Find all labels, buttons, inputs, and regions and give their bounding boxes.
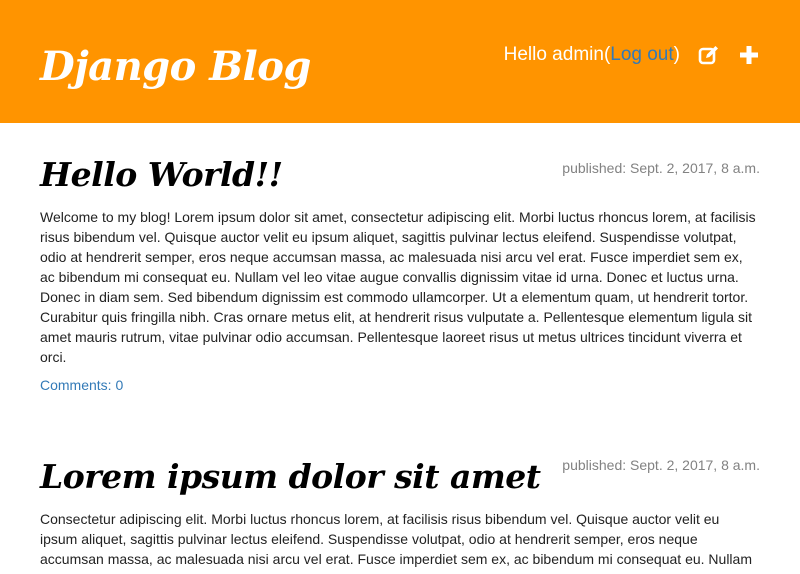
post-date: published: Sept. 2, 2017, 8 a.m. [562,160,760,176]
post-title-link[interactable]: Hello World!! [40,155,283,194]
post-date: published: Sept. 2, 2017, 8 a.m. [562,457,760,473]
top-menu: Hello admin(Log out) [504,44,760,66]
edit-icon[interactable] [698,44,720,66]
greeting-text: Hello admin [503,44,604,65]
plus-icon[interactable] [738,44,760,66]
post-body: Welcome to my blog! Lorem ipsum dolor si… [40,209,756,365]
post-list: published: Sept. 2, 2017, 8 a.m. Hello W… [0,123,800,569]
page-header: Django Blog Hello admin(Log out) [0,0,800,123]
comments-link[interactable]: Comments: 0 [40,377,123,393]
site-title[interactable]: Django Blog [40,36,311,98]
post: published: Sept. 2, 2017, 8 a.m. Hello W… [40,123,760,395]
logout-paren-close: ) [673,44,680,65]
post: published: Sept. 2, 2017, 8 a.m. Lorem i… [40,457,760,569]
post-body: Consectetur adipiscing elit. Morbi luctu… [40,511,752,567]
user-greeting: Hello admin(Log out) [504,44,680,66]
logout-link[interactable]: Log out [610,44,673,65]
post-title-link[interactable]: Lorem ipsum dolor sit amet [40,457,541,496]
